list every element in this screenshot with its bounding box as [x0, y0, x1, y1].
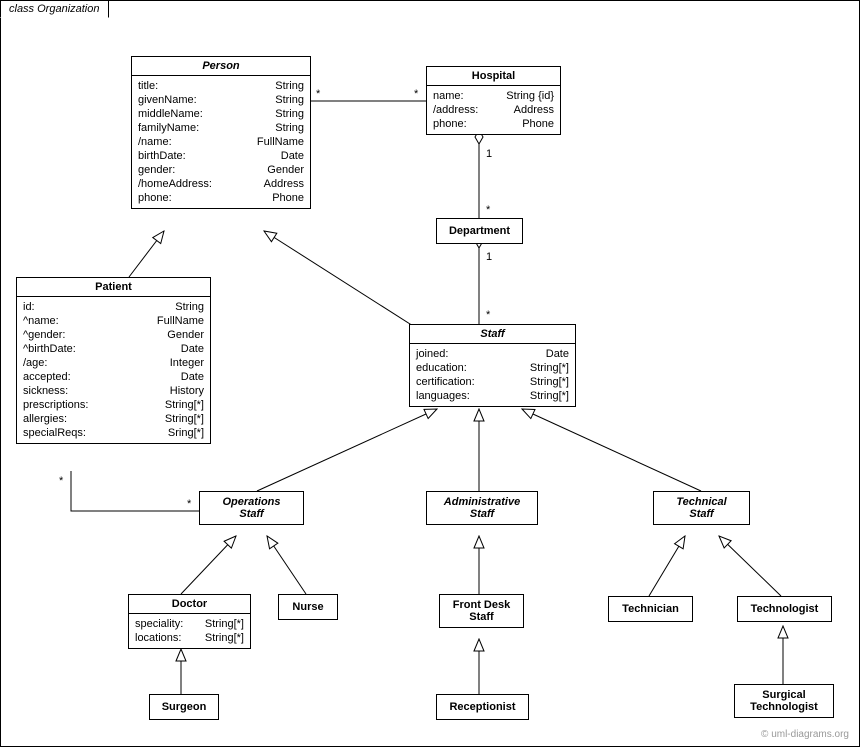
attr-row: /homeAddress:Address — [138, 177, 304, 191]
mult-star: * — [316, 88, 320, 100]
attr-row: phone:Phone — [138, 191, 304, 205]
attr-row: title:String — [138, 79, 304, 93]
attr-row: specialReqs:Sring[*] — [23, 426, 204, 440]
class-title: Staff — [410, 325, 575, 344]
attr-row: speciality:String[*] — [135, 617, 244, 631]
class-nurse: Nurse — [278, 594, 338, 620]
class-attrs: title:StringgivenName:StringmiddleName:S… — [132, 76, 310, 208]
attr-row: sickness:History — [23, 384, 204, 398]
mult-one: 1 — [486, 148, 492, 160]
credit-text: © uml-diagrams.org — [761, 729, 849, 740]
frame-tab: class Organization — [0, 0, 109, 18]
class-receptionist: Receptionist — [436, 694, 529, 720]
class-technical-staff: TechnicalStaff — [653, 491, 750, 525]
attr-row: ^birthDate:Date — [23, 342, 204, 356]
mult-star: * — [187, 498, 191, 510]
attr-row: accepted:Date — [23, 370, 204, 384]
attr-row: prescriptions:String[*] — [23, 398, 204, 412]
class-staff: Staff joined:Dateeducation:String[*]cert… — [409, 324, 576, 407]
class-attrs: speciality:String[*]locations:String[*] — [129, 614, 250, 648]
class-hospital: Hospital name:String {id}/address:Addres… — [426, 66, 561, 135]
class-surgical-technologist: SurgicalTechnologist — [734, 684, 834, 718]
mult-star: * — [414, 88, 418, 100]
class-attrs: id:String^name:FullName^gender:Gender^bi… — [17, 297, 210, 443]
class-patient: Patient id:String^name:FullName^gender:G… — [16, 277, 211, 444]
class-doctor: Doctor speciality:String[*]locations:Str… — [128, 594, 251, 649]
class-operations-staff: OperationsStaff — [199, 491, 304, 525]
attr-row: middleName:String — [138, 107, 304, 121]
attr-row: joined:Date — [416, 347, 569, 361]
class-title: Doctor — [129, 595, 250, 614]
class-administrative-staff: AdministrativeStaff — [426, 491, 538, 525]
class-title: Person — [132, 57, 310, 76]
attr-row: education:String[*] — [416, 361, 569, 375]
mult-one: 1 — [486, 251, 492, 263]
mult-star: * — [486, 204, 490, 216]
attr-row: locations:String[*] — [135, 631, 244, 645]
attr-row: name:String {id} — [433, 89, 554, 103]
class-title: Patient — [17, 278, 210, 297]
attr-row: familyName:String — [138, 121, 304, 135]
attr-row: /age:Integer — [23, 356, 204, 370]
mult-star: * — [59, 475, 63, 487]
class-attrs: joined:Dateeducation:String[*]certificat… — [410, 344, 575, 406]
class-surgeon: Surgeon — [149, 694, 219, 720]
class-front-desk-staff: Front DeskStaff — [439, 594, 524, 628]
attr-row: id:String — [23, 300, 204, 314]
attr-row: birthDate:Date — [138, 149, 304, 163]
class-technologist: Technologist — [737, 596, 832, 622]
attr-row: /name:FullName — [138, 135, 304, 149]
frame-title: class Organization — [9, 3, 100, 15]
class-technician: Technician — [608, 596, 693, 622]
mult-star: * — [486, 309, 490, 321]
attr-row: languages:String[*] — [416, 389, 569, 403]
attr-row: /address:Address — [433, 103, 554, 117]
attr-row: allergies:String[*] — [23, 412, 204, 426]
diagram-frame: class Organization — [0, 0, 860, 747]
class-department: Department — [436, 218, 523, 244]
attr-row: ^name:FullName — [23, 314, 204, 328]
attr-row: ^gender:Gender — [23, 328, 204, 342]
class-attrs: name:String {id}/address:Addressphone:Ph… — [427, 86, 560, 134]
class-title: Hospital — [427, 67, 560, 86]
class-person: Person title:StringgivenName:Stringmiddl… — [131, 56, 311, 209]
attr-row: phone:Phone — [433, 117, 554, 131]
attr-row: gender:Gender — [138, 163, 304, 177]
attr-row: givenName:String — [138, 93, 304, 107]
attr-row: certification:String[*] — [416, 375, 569, 389]
